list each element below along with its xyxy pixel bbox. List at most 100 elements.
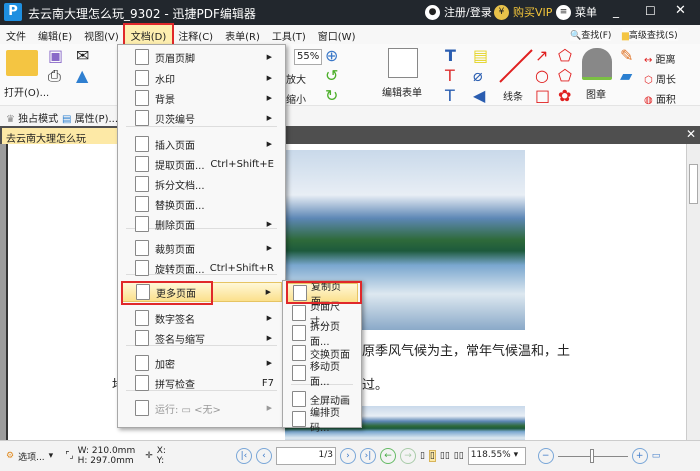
rectangle-icon[interactable]: □ [535, 86, 550, 105]
menu-item-split-document[interactable]: 拆分文档... [121, 174, 282, 194]
vip-button[interactable]: ¥ 购买VIP [494, 4, 552, 20]
scroll-thumb[interactable] [689, 164, 698, 204]
zoom-out-button[interactable]: − [537, 448, 554, 464]
watermark-icon [135, 70, 149, 86]
menu-edit[interactable]: 编辑(E) [32, 25, 78, 44]
menu-item-digital-signature[interactable]: 数字签名 ▶ [121, 308, 282, 328]
save-icon[interactable]: ▣ [48, 46, 63, 65]
strikeout-icon[interactable]: T [445, 66, 455, 85]
menu-item-header-footer[interactable]: 页眉页脚 ▶ [121, 47, 282, 67]
ellipse-icon[interactable]: ○ [535, 66, 549, 85]
menu-tools[interactable]: 工具(T) [266, 25, 312, 44]
perimeter-button[interactable]: ⬡ 周长 [644, 71, 676, 86]
zoom-in-button-status[interactable]: + [631, 448, 648, 464]
line-icon[interactable] [498, 48, 534, 84]
edit-form-button[interactable]: 编辑表单 [382, 84, 422, 99]
scan-icon[interactable]: ▲ [76, 66, 88, 85]
back-button[interactable]: ← [379, 448, 396, 464]
zoom-select[interactable]: 55% [294, 49, 322, 65]
vertical-scrollbar[interactable] [686, 144, 700, 440]
two-page-continuous-icon[interactable]: ▯▯ [454, 451, 464, 461]
menu-item-extract-page[interactable]: 提取页面... Ctrl+Shift+E [121, 154, 282, 174]
open-folder-icon[interactable] [6, 50, 38, 76]
sound-icon[interactable]: ◀ [473, 86, 485, 105]
menu-file[interactable]: 文件 [0, 25, 32, 44]
submenu-item-split-page[interactable]: 拆分页面... [286, 322, 358, 348]
menu-item-delete-page[interactable]: 删除页面 ▶ [121, 214, 282, 234]
zoom-in-icon[interactable]: ⊕ [325, 46, 338, 65]
zoom-slider[interactable] [557, 448, 628, 463]
menu-item-label: 背景 [155, 94, 175, 106]
text-box-icon[interactable]: T [445, 46, 456, 65]
polygon-icon[interactable]: ⬠ [558, 66, 572, 85]
open-button[interactable]: 打开(O)... [4, 84, 49, 99]
area-button[interactable]: ◍ 面积 [644, 91, 676, 106]
prev-page-button[interactable]: ‹ [255, 448, 272, 464]
close-document-icon[interactable]: ✕ [686, 127, 696, 141]
forward-button[interactable]: → [399, 448, 416, 464]
menu-view[interactable]: 视图(V) [78, 25, 125, 44]
continuous-page-icon[interactable]: ▯ [428, 450, 436, 462]
document-tab[interactable]: 去云南大理怎么玩_9302 × [2, 128, 117, 156]
menu-form[interactable]: 表单(R) [219, 25, 266, 44]
submenu-item-renumber-pages[interactable]: 编排页码... [286, 408, 358, 434]
cloud-icon[interactable]: ✿ [558, 86, 571, 105]
menu-item-background[interactable]: 背景 ▶ [121, 88, 282, 108]
exclusive-mode-button[interactable]: ♛ 独占模式 [6, 110, 58, 125]
page-input[interactable]: 1/3 [275, 447, 336, 465]
login-button[interactable]: ● 注册/登录 [425, 4, 492, 20]
note-icon[interactable]: ▤ [473, 46, 488, 65]
single-page-icon[interactable]: ▯ [420, 451, 425, 461]
edit-form-icon[interactable] [388, 48, 418, 78]
zoom-in-button[interactable]: 放大 [286, 71, 306, 86]
distance-button[interactable]: ↔ 距离 [644, 51, 676, 66]
fit-page-icon[interactable]: ▭ [652, 451, 661, 461]
menu-window[interactable]: 窗口(W) [312, 25, 362, 44]
attach-icon[interactable]: ⌀ [473, 66, 483, 85]
menu-item-spell-check[interactable]: 拼写检查 F7 [121, 373, 282, 393]
advanced-find-button[interactable]: ▆高级查找(S) [622, 28, 678, 41]
rotate-left-icon[interactable]: ↺ [325, 66, 338, 85]
menu-item-crop-page[interactable]: 裁剪页面 ▶ [121, 238, 282, 258]
zoom-slider-thumb[interactable] [589, 448, 594, 463]
menu-item-sign-initial[interactable]: 签名与缩写 ▶ [121, 328, 282, 348]
main-menu-button[interactable]: ≡ 菜单 [556, 4, 597, 20]
print-icon[interactable]: ⎙ [48, 66, 61, 86]
menu-item-encrypt[interactable]: 加密 ▶ [121, 353, 282, 373]
arrow-icon[interactable]: ↗ [535, 46, 548, 65]
menu-comment[interactable]: 注释(C) [172, 25, 219, 44]
maximize-button[interactable]: ☐ [645, 4, 656, 18]
properties-button[interactable]: ▤ 属性(P)... [62, 110, 118, 125]
submenu-arrow-icon: ▶ [266, 359, 272, 367]
last-page-button[interactable]: ›| [359, 448, 376, 464]
rotate-right-icon[interactable]: ↻ [325, 86, 338, 105]
close-button[interactable]: ✕ [675, 3, 686, 18]
pencil-icon[interactable]: ✎ [620, 46, 633, 65]
minimize-button[interactable]: _ [613, 4, 619, 18]
menu-item-replace-page[interactable]: 替换页面... [121, 194, 282, 214]
menu-item-run[interactable]: 运行: ▭ <无> ▶ [121, 398, 282, 418]
two-page-icon[interactable]: ▯▯ [440, 451, 450, 461]
menu-item-watermark[interactable]: 水印 ▶ [121, 68, 282, 88]
menu-item-bates-numbering[interactable]: 贝茨编号 ▶ [121, 108, 282, 128]
stamp-icon[interactable] [582, 48, 612, 80]
eraser-icon[interactable]: ▰ [620, 66, 632, 85]
underline-icon[interactable]: T [445, 86, 455, 105]
stamp-button[interactable]: 图章 [586, 86, 606, 101]
submenu-arrow-icon: ▶ [266, 140, 272, 148]
menu-document[interactable]: 文档(D) [122, 23, 175, 46]
zoom-out-button[interactable]: 缩小 [286, 91, 306, 106]
options-button[interactable]: 选项... [18, 450, 45, 463]
line-button[interactable]: 线条 [503, 88, 523, 103]
email-icon[interactable]: ✉ [76, 46, 89, 65]
menu-item-label: 运行: ▭ <无> [155, 404, 221, 416]
menu-item-insert-page[interactable]: 插入页面 ▶ [121, 134, 282, 154]
first-page-button[interactable]: |‹ [235, 448, 252, 464]
menu-item-rotate-page[interactable]: 旋转页面... Ctrl+Shift+R [121, 258, 282, 278]
find-button[interactable]: 🔍查找(F) [570, 28, 612, 41]
next-page-button[interactable]: › [339, 448, 356, 464]
submenu-arrow-icon: ▶ [265, 288, 271, 296]
polyline-icon[interactable]: ⬠ [558, 46, 572, 65]
zoom-level-select[interactable]: 118.55% ▾ [467, 447, 526, 465]
submenu-item-move-page[interactable]: 移动页面... [286, 362, 358, 388]
